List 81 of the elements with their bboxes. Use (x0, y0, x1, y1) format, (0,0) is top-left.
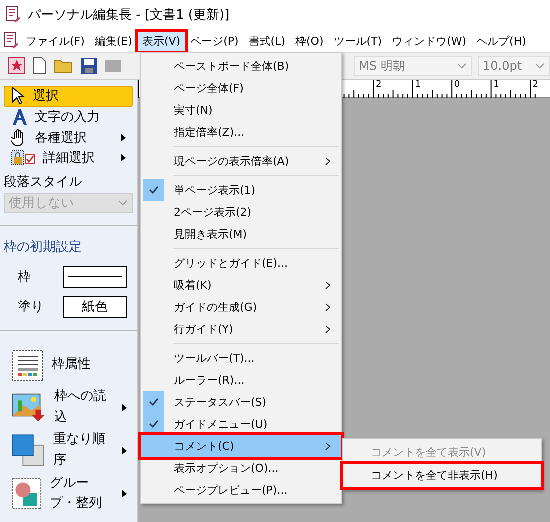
chevron-right-icon (325, 302, 331, 312)
menu-item[interactable]: ウィンドウ(W) (388, 32, 471, 50)
menu-item[interactable]: コメント(C) (141, 435, 341, 457)
tool-item[interactable]: 詳細選択 (4, 148, 133, 168)
chevron-down-icon (118, 200, 128, 206)
menu-item[interactable]: ツール(T) (330, 32, 386, 50)
menu-item[interactable]: 実寸(N) (141, 99, 341, 121)
menu-item[interactable]: ページ(P) (186, 32, 243, 50)
tool-item[interactable]: 枠への読込 (4, 386, 133, 430)
overlapping-squares-icon (12, 433, 46, 470)
field-label: 塗り (18, 299, 44, 316)
checkmark-icon (148, 398, 158, 406)
save-icon[interactable] (80, 57, 98, 75)
menu-item[interactable]: ガイドメニュー(U) (141, 413, 341, 435)
new-document-icon[interactable] (32, 57, 48, 75)
menu-item[interactable]: 2ページ表示(2) (141, 201, 341, 223)
tool-item[interactable]: グループ・整列 (4, 472, 133, 516)
menu-item[interactable]: 指定倍率(Z)... (141, 121, 341, 143)
field-label: 枠 (18, 269, 31, 286)
ruler-number: 0 (454, 81, 460, 90)
ruler-number: 1 (415, 81, 421, 90)
letter-a-icon (11, 108, 29, 126)
triangle-right-icon (122, 404, 127, 412)
image-load-icon (12, 392, 47, 424)
chevron-right-icon (325, 280, 331, 290)
menu-item[interactable]: ステータスバー(S) (141, 391, 341, 413)
menu-item[interactable]: ルーラー(R)... (141, 369, 341, 391)
font-size-dropdown[interactable]: 10.0pt (478, 56, 550, 76)
menu-item[interactable]: ガイドの生成(G) (141, 296, 341, 318)
menu-item[interactable]: ヘルプ(H) (472, 32, 530, 50)
ruler-number: 2 (376, 81, 382, 90)
font-name: MS 明朝 (359, 58, 405, 74)
window-title: パーソナル編集長 - [文書1 (更新)] (28, 7, 230, 24)
menu-item[interactable]: 表示オプション(O)... (141, 457, 341, 479)
line-sample-icon (68, 276, 122, 278)
menu-item[interactable]: ページ全体(F) (141, 77, 341, 99)
menu-item[interactable]: ファイル(F) (22, 32, 89, 50)
tool-item[interactable]: 選択 (4, 86, 133, 107)
menu-item[interactable]: 吸着(K) (141, 274, 341, 296)
frame-attributes-icon (12, 350, 44, 382)
menu-item[interactable]: ペーストボード全体(B) (141, 55, 341, 77)
chevron-down-icon (457, 63, 467, 69)
cursor-arrow-icon (11, 87, 27, 106)
triangle-right-icon (121, 154, 126, 162)
menu-item[interactable]: グリッドとガイド(E)... (141, 252, 341, 274)
menu-item[interactable]: 書式(L) (244, 32, 290, 50)
checkmark-icon (148, 420, 158, 428)
chevron-right-icon (325, 324, 331, 334)
paragraph-style-label: 段落スタイル (4, 174, 83, 190)
section-title: 枠の初期設定 (4, 239, 83, 256)
tool-item[interactable]: 枠属性 (4, 345, 133, 386)
tool-item[interactable]: 重なり順序 (4, 430, 133, 473)
menu-item[interactable]: 行ガイド(Y) (141, 318, 341, 340)
menu-item[interactable]: ページプレビュー(P)... (141, 479, 341, 501)
checkmark-icon (148, 186, 158, 194)
menu-item[interactable]: コメントを全て非表示(H) (343, 464, 541, 487)
group-shapes-icon (12, 477, 42, 512)
app-icon (6, 6, 22, 24)
triangle-right-icon (122, 490, 127, 498)
menu-item[interactable]: 枠(O) (292, 32, 328, 50)
menu-item[interactable]: 表示(V) (138, 32, 185, 50)
menu-item[interactable]: 現ページの表示倍率(A) (141, 150, 341, 172)
font-size: 10.0pt (483, 59, 522, 73)
tool-item[interactable]: 各種選択 (4, 127, 133, 148)
font-dropdown[interactable]: MS 明朝 (354, 56, 472, 76)
menu-item[interactable]: 見開き表示(M) (141, 223, 341, 245)
chevron-down-icon (535, 63, 545, 69)
disabled-tool-icon (104, 57, 122, 75)
fill-color-field[interactable]: 紙色 (63, 296, 127, 318)
chevron-right-icon (325, 442, 331, 450)
lock-check-icon (11, 150, 37, 166)
line-style-field[interactable] (63, 266, 127, 288)
ruler-number: 2 (532, 81, 539, 90)
ruler-number: 1 (494, 81, 500, 90)
tool-item[interactable]: 文字の入力 (4, 106, 133, 128)
triangle-right-icon (122, 447, 127, 456)
menu-item[interactable]: 単ページ表示(1) (141, 179, 341, 201)
triangle-right-icon (121, 134, 126, 142)
chevron-right-icon (325, 156, 331, 166)
menu-item[interactable]: ツールバー(T)... (141, 347, 341, 369)
menu-item[interactable]: 編集(E) (90, 32, 136, 50)
